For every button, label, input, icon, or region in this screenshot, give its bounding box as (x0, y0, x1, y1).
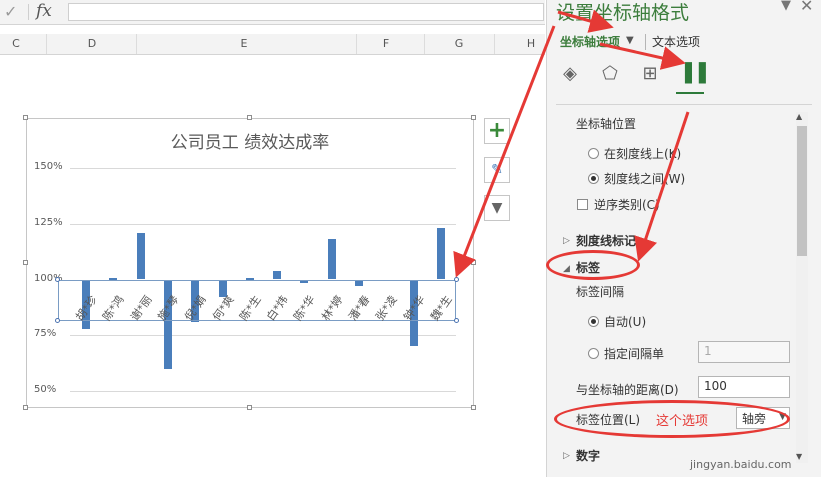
annotation-arrow (557, 9, 614, 33)
watermark: jingyan.baidu.com (690, 458, 792, 471)
annotation-arrow (634, 111, 690, 262)
annotation-arrows (453, 9, 690, 278)
annotation-arrow (599, 42, 686, 70)
annotation-arrow (453, 25, 556, 278)
